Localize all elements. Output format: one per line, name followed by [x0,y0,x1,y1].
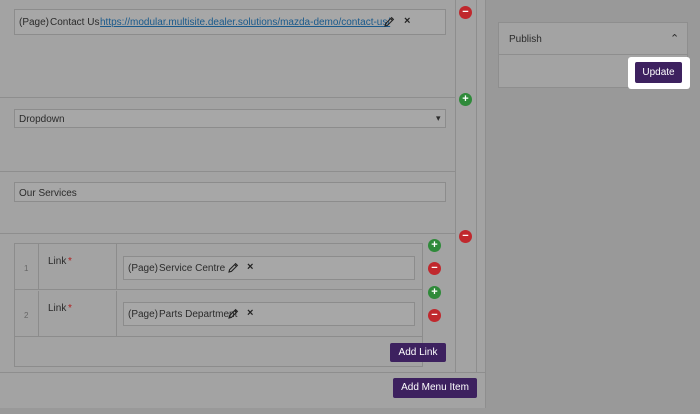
publish-title: Publish [509,34,542,45]
remove-menu-item-button[interactable]: − [459,230,472,243]
menu-item-controls-column [455,0,477,372]
sublink-field-parts[interactable]: (Page) Parts Department × [123,302,415,326]
type-select-value: Dropdown [19,114,65,125]
page-title: Contact Us [50,17,100,28]
add-menu-item-inline-button[interactable]: + [459,93,472,106]
update-button[interactable]: Update [635,62,682,83]
link-label: Link [48,256,67,267]
sublinks-table: 1 Link * (Page) Service Centre × 2 Link … [14,243,423,367]
add-menu-item-button[interactable]: Add Menu Item [393,378,477,398]
edit-pencil-icon[interactable] [227,262,239,274]
publish-panel-header[interactable]: Publish ⌃ [499,23,687,55]
table-row: 2 Link * (Page) Parts Department × [15,291,422,337]
row-label-cell: Link * [39,244,117,289]
row-index: 1 [15,244,39,289]
row-label-cell: Link * [39,291,117,336]
sublink-field-service[interactable]: (Page) Service Centre × [123,256,415,280]
menu-item-row-label: Our Services [0,172,455,234]
link-field-contact[interactable]: (Page) Contact Us https://modular.multis… [14,9,446,35]
required-marker: * [68,256,72,267]
page-url-link[interactable]: https://modular.multisite.dealer.solutio… [100,17,390,28]
page-type-tag: (Page) [128,309,159,320]
page-title: Parts Department [159,309,238,320]
required-marker: * [68,303,72,314]
clear-link-icon[interactable]: × [247,307,253,319]
remove-row-button[interactable]: − [428,262,441,275]
edit-pencil-icon[interactable] [227,308,239,320]
remove-row-button[interactable]: − [428,309,441,322]
remove-menu-item-button[interactable]: − [459,6,472,19]
add-link-button[interactable]: Add Link [390,343,446,362]
type-select[interactable]: Dropdown ▾ [14,109,446,128]
chevron-down-icon: ▾ [436,113,441,123]
label-input-value: Our Services [19,188,77,199]
add-row-button[interactable]: + [428,286,441,299]
table-row: 1 Link * (Page) Service Centre × [15,244,422,290]
collapse-chevron-icon[interactable]: ⌃ [670,32,679,45]
menu-item-row-dropdown: Dropdown ▾ [0,98,455,172]
clear-link-icon[interactable]: × [247,261,253,273]
edit-pencil-icon[interactable] [383,16,395,28]
menu-item-row-contact: (Page) Contact Us https://modular.multis… [0,0,455,98]
table-footer-divider [0,372,486,373]
page-title: Service Centre [159,263,226,274]
clear-link-icon[interactable]: × [404,15,410,27]
page-type-tag: (Page) [128,263,159,274]
row-index: 2 [15,291,39,336]
link-label: Link [48,303,67,314]
menu-editor-panel: (Page) Contact Us https://modular.multis… [0,0,486,408]
label-input[interactable]: Our Services [14,182,446,202]
add-row-button[interactable]: + [428,239,441,252]
page-type-tag: (Page) [19,17,50,28]
